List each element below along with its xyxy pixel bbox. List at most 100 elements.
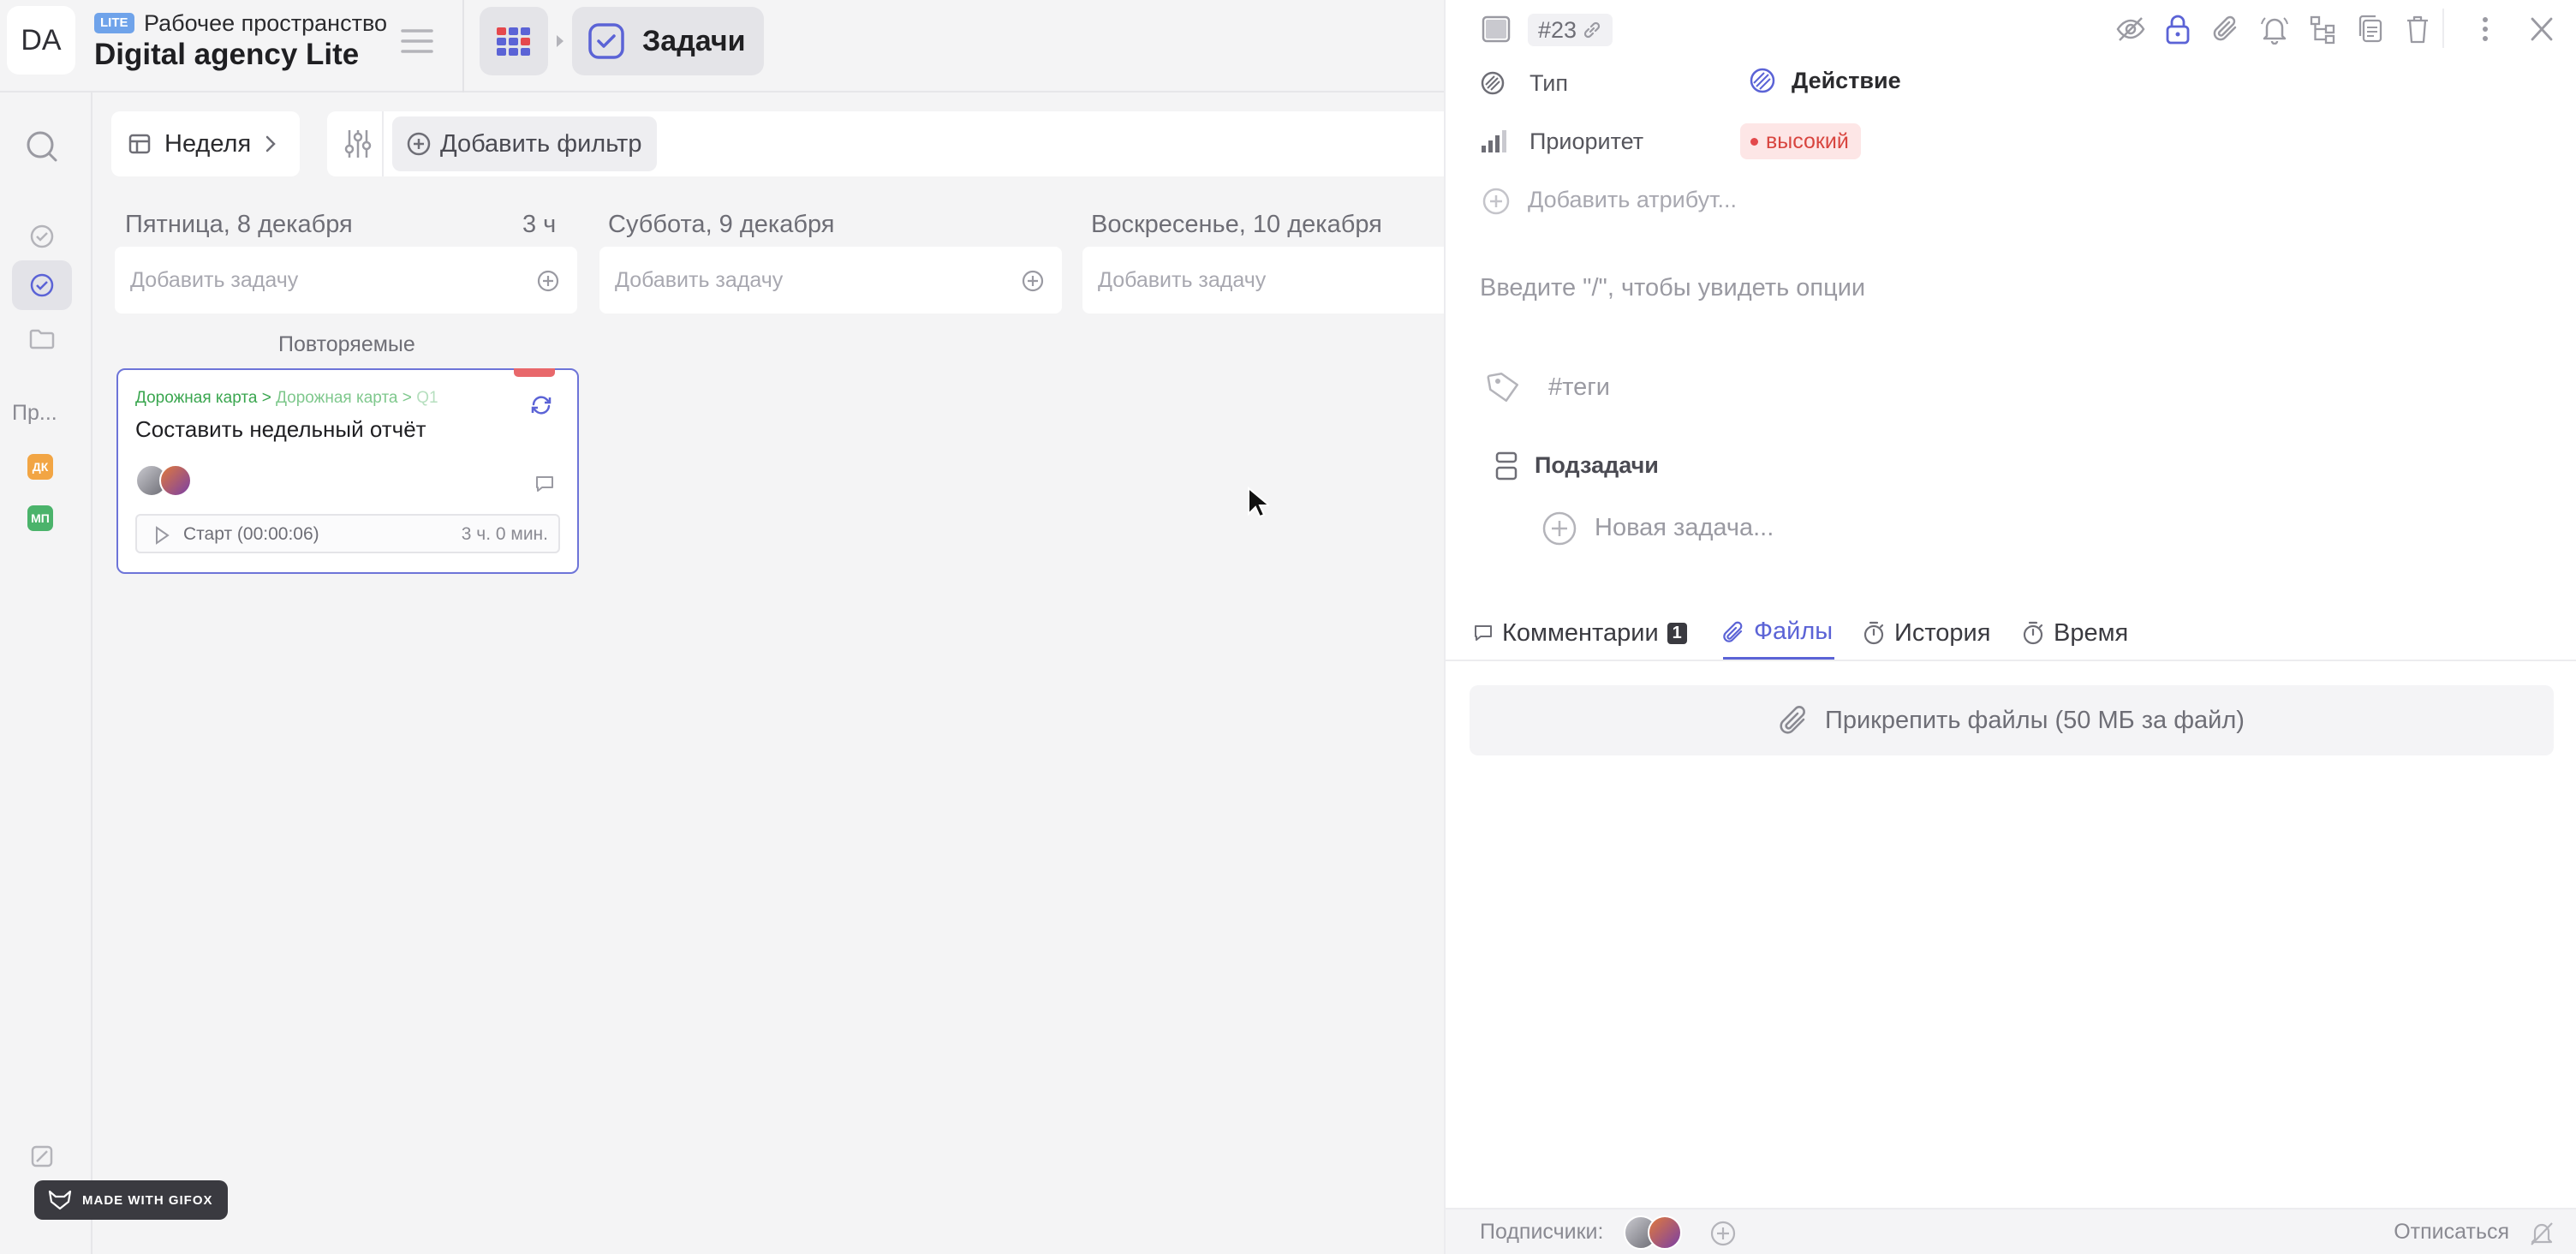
- day-title-sunday: Воскресенье, 10 декабря: [1091, 211, 1382, 238]
- hierarchy-icon[interactable]: [2309, 14, 2336, 45]
- tab-files[interactable]: Файлы: [1723, 606, 1835, 660]
- add-attribute-button[interactable]: Добавить атрибут...: [1528, 187, 1737, 213]
- tab-tasks-label: Задачи: [642, 24, 746, 57]
- card-path-separator: >: [261, 389, 271, 407]
- workspace-avatar[interactable]: DA: [7, 6, 75, 75]
- subtasks-icon: [1495, 451, 1518, 481]
- panel-toolbar: #23: [1446, 0, 2576, 60]
- subscribers-footer: Подписчики: Отписаться: [1446, 1208, 2576, 1254]
- comments-count-badge: 1: [1667, 622, 1687, 644]
- play-icon[interactable]: [154, 526, 170, 545]
- workspace-name[interactable]: Digital agency Lite: [94, 38, 359, 72]
- stopwatch-icon: [1863, 621, 1884, 645]
- tag-icon: [1487, 372, 1519, 403]
- tab-history-label: История: [1894, 618, 1991, 647]
- archive-icon: [31, 1145, 53, 1167]
- attach-files-label: Прикрепить файлы (50 МБ за файл): [1825, 706, 2245, 734]
- plus-circle-icon[interactable]: [1021, 269, 1045, 293]
- hamburger-menu-icon[interactable]: [397, 24, 437, 58]
- filter-settings-icon[interactable]: [343, 127, 373, 161]
- panel-tabs: Комментарии 1 Файлы История Время: [1446, 596, 2576, 661]
- sidebar-toggle-icon[interactable]: [1482, 15, 1511, 43]
- project-dk[interactable]: ДК: [27, 454, 53, 480]
- check-circle-icon: [30, 224, 54, 248]
- attach-files-button[interactable]: Прикрепить файлы (50 МБ за файл): [1470, 685, 2554, 755]
- attachment-icon[interactable]: [2213, 14, 2240, 45]
- assignee-avatar[interactable]: [159, 464, 192, 497]
- duplicate-icon[interactable]: [2357, 14, 2384, 45]
- add-task-input-friday[interactable]: Добавить задачу: [115, 247, 577, 314]
- link-icon[interactable]: [1582, 20, 1602, 40]
- task-id-badge[interactable]: #23: [1528, 14, 1613, 46]
- add-subscriber-icon[interactable]: [1709, 1220, 1737, 1247]
- all-tasks-button[interactable]: [12, 260, 72, 310]
- add-task-input-sunday[interactable]: Добавить задачу: [1082, 247, 1444, 314]
- projects-section-title: Пр...: [12, 401, 57, 425]
- lock-icon[interactable]: [2165, 14, 2191, 45]
- type-icon: [1481, 71, 1505, 95]
- task-check-icon: [588, 23, 624, 59]
- card-path: Дорожная карта > Дорожная карта > Q1: [135, 389, 438, 408]
- attribute-value-type[interactable]: Действие: [1749, 67, 1901, 94]
- project-mp[interactable]: МП: [27, 505, 53, 531]
- bell-off-icon[interactable]: [2528, 1220, 2555, 1247]
- archive-button[interactable]: [12, 1139, 72, 1173]
- apps-grid-icon: [497, 27, 530, 56]
- day-title-friday: Пятница, 8 декабря: [125, 211, 353, 238]
- priority-value: высокий: [1766, 129, 1849, 153]
- timer-bar[interactable]: Старт (00:00:06) 3 ч. 0 мин.: [135, 514, 560, 553]
- card-path-item[interactable]: Q1: [416, 389, 438, 407]
- view-switcher-button[interactable]: Неделя: [111, 111, 300, 176]
- tab-time[interactable]: Время: [2021, 606, 2128, 660]
- tab-history[interactable]: История: [1862, 606, 1990, 660]
- add-task-placeholder: Добавить задачу: [615, 268, 784, 292]
- breadcrumb-arrow-icon: [553, 33, 567, 50]
- comment-icon[interactable]: [534, 475, 555, 493]
- paperclip-icon: [1780, 706, 1805, 734]
- card-path-item[interactable]: Дорожная карта: [135, 389, 257, 407]
- priority-badge[interactable]: высокий: [1740, 123, 1861, 159]
- gifox-logo-icon: [48, 1190, 72, 1210]
- delete-icon[interactable]: [2405, 14, 2430, 45]
- add-filter-button[interactable]: Добавить фильтр: [392, 116, 658, 171]
- folders-button[interactable]: [12, 322, 72, 356]
- card-path-separator: >: [402, 389, 412, 407]
- subscriber-avatar[interactable]: [1648, 1215, 1682, 1250]
- tab-comments-label: Комментарии: [1502, 618, 1659, 647]
- plus-circle-icon[interactable]: [1482, 187, 1511, 216]
- priority-bars-icon: [1482, 130, 1506, 152]
- search-button[interactable]: [12, 122, 72, 171]
- view-switcher-label: Неделя: [164, 129, 252, 158]
- plus-circle-icon[interactable]: [536, 269, 560, 293]
- calendar-view-icon: [128, 134, 151, 154]
- tab-tasks[interactable]: Задачи: [572, 7, 764, 75]
- task-id: #23: [1538, 16, 1577, 43]
- filter-bar: Добавить фильтр: [327, 111, 1444, 176]
- new-subtask-input[interactable]: Новая задача...: [1595, 514, 1774, 542]
- hide-icon[interactable]: [2115, 14, 2146, 45]
- card-title[interactable]: Составить недельный отчёт: [135, 416, 426, 443]
- add-task-placeholder: Добавить задачу: [1098, 268, 1267, 292]
- task-card[interactable]: Дорожная карта > Дорожная карта > Q1 Сос…: [116, 368, 579, 574]
- comment-icon: [1475, 625, 1492, 641]
- more-vertical-icon[interactable]: [2480, 14, 2490, 45]
- bell-icon[interactable]: [2259, 14, 2290, 45]
- mouse-cursor-icon: [1247, 487, 1269, 519]
- plus-circle-icon[interactable]: [1541, 511, 1577, 546]
- stopwatch-icon: [2023, 621, 2043, 645]
- unsubscribe-button[interactable]: Отписаться: [2394, 1220, 2509, 1245]
- description-editor[interactable]: Введите "/", чтобы увидеть опции: [1480, 274, 1865, 302]
- tab-comments[interactable]: Комментарии 1: [1473, 606, 1687, 660]
- check-circle-icon: [30, 273, 54, 297]
- search-icon: [27, 131, 57, 162]
- gifox-watermark-text: MADE WITH GIFOX: [82, 1192, 213, 1208]
- card-path-item[interactable]: Дорожная карта: [276, 389, 397, 407]
- add-task-input-saturday[interactable]: Добавить задачу: [599, 247, 1062, 314]
- repeat-icon: [529, 394, 553, 416]
- apps-grid-button[interactable]: [480, 7, 548, 75]
- top-header: DA LITE Рабочее пространство Digital age…: [0, 0, 1444, 93]
- subscribers-label: Подписчики:: [1480, 1220, 1604, 1244]
- close-icon[interactable]: [2528, 14, 2555, 45]
- my-tasks-button[interactable]: [12, 219, 72, 254]
- tags-input[interactable]: #теги: [1548, 373, 1610, 402]
